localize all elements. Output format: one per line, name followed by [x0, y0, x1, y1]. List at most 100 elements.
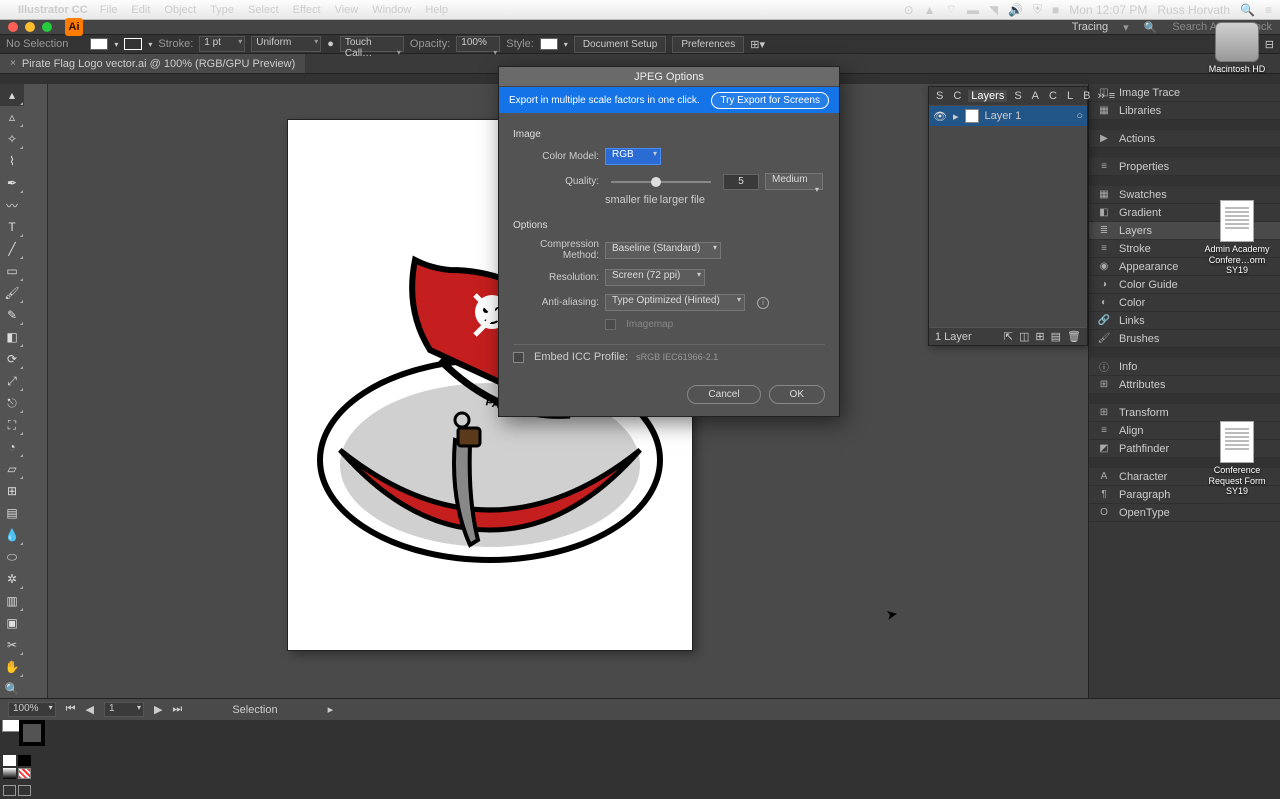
menu-type[interactable]: Type [210, 4, 234, 16]
fill-swatch[interactable] [90, 38, 108, 50]
rotate-tool[interactable]: ⟳ [0, 348, 24, 370]
spotlight-icon[interactable]: 🔍 [1240, 3, 1255, 17]
panel-tab[interactable]: A [1029, 90, 1042, 102]
search-icon[interactable]: 🔍 [1144, 21, 1158, 34]
disclosure-icon[interactable]: ▸ [953, 110, 959, 123]
panel-tab[interactable]: C [950, 90, 964, 102]
gradient-tool[interactable]: ▤ [0, 502, 24, 524]
menu-file[interactable]: File [100, 4, 118, 16]
delete-layer-icon[interactable]: 🗑 [1067, 330, 1081, 343]
user-name[interactable]: Russ Horvath [1157, 3, 1230, 17]
menu-view[interactable]: View [335, 4, 359, 16]
quality-input[interactable] [723, 174, 759, 190]
line-tool[interactable]: ╱ [0, 238, 24, 260]
magic-wand-tool[interactable]: ✧ [0, 128, 24, 150]
app-name[interactable]: Illustrator CC [18, 4, 88, 16]
mesh-tool[interactable]: ⊞ [0, 480, 24, 502]
workspace-switcher[interactable]: Tracing [1072, 21, 1108, 33]
menu-object[interactable]: Object [164, 4, 196, 16]
menu-effect[interactable]: Effect [293, 4, 321, 16]
opacity-value[interactable]: 100% [456, 36, 500, 52]
visibility-icon[interactable]: 👁 [933, 110, 947, 123]
direct-selection-tool[interactable]: ▵ [0, 106, 24, 128]
artboard-tool[interactable]: ▣ [0, 612, 24, 634]
artboard-back-icon[interactable]: ◀ [85, 703, 93, 716]
stroke-weight[interactable]: 1 pt [199, 36, 245, 52]
layers-tab[interactable]: Layers [968, 90, 1007, 102]
clock[interactable]: Mon 12:07 PM [1069, 3, 1147, 17]
slice-tool[interactable]: ✂ [0, 634, 24, 656]
menu-window[interactable]: Window [372, 4, 411, 16]
free-transform-tool[interactable]: ⛶ [0, 414, 24, 436]
blend-tool[interactable]: ⬭ [0, 546, 24, 568]
zoom-tool[interactable]: 🔍 [0, 678, 24, 700]
doc-setup-button[interactable]: Document Setup [574, 36, 667, 53]
wifi2-icon[interactable]: ◥ [989, 3, 998, 17]
panel-tab[interactable]: S [1011, 90, 1024, 102]
panel-tab[interactable]: C [1046, 90, 1060, 102]
panel-tab[interactable]: L [1064, 90, 1076, 102]
panel-menu-icon[interactable]: ≡ [1109, 90, 1115, 102]
color-mode-row[interactable] [0, 752, 47, 782]
shield-icon[interactable]: ⛨ [1033, 2, 1042, 17]
close-window[interactable] [8, 22, 18, 32]
wifi-icon[interactable]: ▲ [924, 3, 936, 17]
hand-tool[interactable]: ✋ [0, 656, 24, 678]
volume-icon[interactable]: 🔊 [1008, 3, 1023, 17]
new-layer-icon[interactable]: ▤ [1051, 330, 1061, 343]
pen-tool[interactable]: ✒ [0, 172, 24, 194]
preferences-button[interactable]: Preferences [672, 36, 744, 53]
screen-mode-row[interactable] [0, 782, 47, 799]
embed-icc-checkbox[interactable] [513, 352, 524, 363]
symbol-sprayer-tool[interactable]: ✲ [0, 568, 24, 590]
locate-object-icon[interactable]: ⇱ [1004, 330, 1013, 343]
brush-def-icon[interactable]: ● [327, 38, 334, 50]
zoom-level[interactable]: 100% [8, 702, 56, 717]
quality-preset-select[interactable]: Medium [765, 173, 823, 190]
shaper-tool[interactable]: ✎ [0, 304, 24, 326]
style-dd-icon[interactable]: ▾ [564, 40, 568, 49]
selection-tool[interactable]: ▴ [0, 84, 24, 106]
stroke-dd-icon[interactable]: ▾ [148, 40, 152, 49]
resolution-select[interactable]: Screen (72 ppi) [605, 269, 705, 286]
menubar-extra-icon[interactable]: ■ [1052, 3, 1059, 17]
artboard-fwd-icon[interactable]: ▶ [154, 703, 162, 716]
stroke-profile[interactable]: Uniform [251, 36, 321, 52]
menu-select[interactable]: Select [248, 4, 279, 16]
bluetooth-icon[interactable]: ⌔ [946, 2, 957, 17]
color-model-select[interactable]: RGB [605, 148, 661, 165]
layers-panel[interactable]: S C Layers S A C L B ›› ≡ 👁 ▸ Layer 1 ○ … [928, 86, 1088, 346]
info-icon[interactable]: i [757, 297, 769, 309]
cancel-button[interactable]: Cancel [687, 385, 760, 404]
target-icon[interactable]: ○ [1076, 110, 1083, 122]
eyedropper-tool[interactable]: 💧 [0, 524, 24, 546]
chevron-down-icon[interactable]: ▾ [1123, 21, 1129, 34]
brush-definition[interactable]: Touch Call… [340, 36, 404, 52]
panel-tab[interactable]: B [1080, 90, 1093, 102]
column-graph-tool[interactable]: ▥ [0, 590, 24, 612]
try-export-button[interactable]: Try Export for Screens [711, 92, 829, 109]
battery-icon[interactable]: ▬ [967, 3, 979, 17]
ok-button[interactable]: OK [769, 385, 825, 404]
panel-collapse-icon[interactable]: ›› [1097, 90, 1104, 102]
stroke-swatch[interactable] [124, 38, 142, 50]
status-menu-icon[interactable]: ▸ [328, 703, 334, 716]
document-tab[interactable]: × Pirate Flag Logo vector.ai @ 100% (RGB… [0, 54, 305, 73]
align-to-icon[interactable]: ⊞▾ [750, 38, 765, 51]
panel-opentype[interactable]: OOpenType [1089, 504, 1280, 522]
close-tab-icon[interactable]: × [10, 58, 16, 69]
quality-slider[interactable] [611, 181, 711, 183]
minimize-window[interactable] [25, 22, 35, 32]
perspective-tool[interactable]: ▱ [0, 458, 24, 480]
scale-tool[interactable]: ⤢ [0, 370, 24, 392]
artboard-prev-icon[interactable]: ⏮ [66, 703, 76, 716]
notifications-icon[interactable]: ≡ [1265, 3, 1272, 17]
doc-icon-2[interactable]: Conference Request Form SY19 [1201, 421, 1273, 496]
antialias-select[interactable]: Type Optimized (Hinted) [605, 294, 745, 311]
rectangle-tool[interactable]: ▭ [0, 260, 24, 282]
paintbrush-tool[interactable]: 🖌 [0, 282, 24, 304]
artboard-nav[interactable]: 1 [104, 702, 144, 717]
drive-icon[interactable]: Macintosh HD [1209, 22, 1266, 74]
new-sublayer-icon[interactable]: ⊞ [1035, 330, 1044, 343]
menu-help[interactable]: Help [425, 4, 448, 16]
